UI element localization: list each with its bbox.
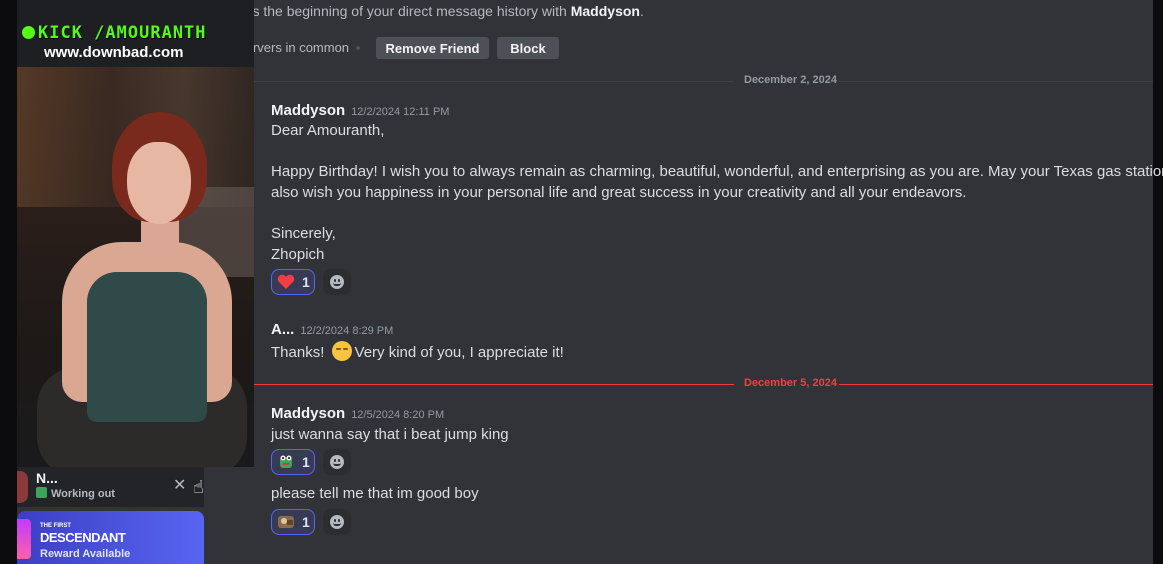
message-text-before: Thanks! (271, 344, 325, 361)
message-line: Happy Birthday! I wish you to always rem… (271, 163, 1163, 180)
smiley-icon (330, 275, 344, 289)
dm-user-status-text: Working out (51, 488, 115, 500)
block-button[interactable]: Block (497, 37, 559, 59)
hand-cursor-icon: ☝ (193, 477, 204, 497)
avatar (17, 471, 28, 503)
intro-name: Maddyson (570, 3, 640, 19)
new-messages-divider: December 5, 2024 (254, 377, 1153, 389)
divider-line (839, 384, 1153, 385)
separator-dot (356, 46, 360, 50)
promo-art (17, 519, 31, 559)
reaction-count: 1 (302, 514, 310, 530)
message-line: Zhopich (271, 246, 325, 263)
message-timestamp: 12/5/2024 8:20 PM (351, 409, 445, 421)
message-author[interactable]: Maddyson (271, 405, 345, 422)
divider-line (254, 384, 734, 385)
divider-line (839, 81, 1153, 82)
left-edge (0, 0, 17, 564)
reaction-frog[interactable]: 1 (271, 449, 315, 475)
frog-emoji-icon (276, 453, 296, 471)
message-timestamp: 12/2/2024 12:11 PM (351, 106, 450, 118)
message-text-after: Very kind of you, I appreciate it! (354, 344, 564, 361)
kick-channel-label: KICK /AMOURANTH (22, 23, 207, 43)
promo-subtitle: Reward Available (40, 548, 131, 560)
message-line: Thanks! Very kind of you, I appreciate i… (271, 341, 564, 361)
status-emoji-icon (36, 487, 47, 498)
relieved-face-icon (331, 341, 352, 361)
add-reaction-button[interactable] (323, 449, 351, 475)
remove-friend-button[interactable]: Remove Friend (376, 37, 489, 59)
webcam-person-top (87, 272, 207, 422)
divider-line (254, 81, 734, 82)
message-line: Dear Amouranth, (271, 122, 385, 139)
dm-user-status: Working out (36, 487, 115, 500)
custom-emoji-icon (276, 513, 296, 531)
message-timestamp: 12/2/2024 8:29 PM (300, 325, 394, 337)
kick-icon (22, 26, 35, 39)
webcam-overlay (17, 67, 254, 467)
webcam-person-face (127, 142, 191, 224)
dm-user-name: N... (36, 470, 58, 486)
new-divider-label: December 5, 2024 (744, 377, 837, 389)
message-header: Maddyson 12/2/2024 12:11 PM (271, 102, 449, 120)
message-line: please tell me that im good boy (271, 485, 479, 502)
message-header: A... 12/2/2024 8:29 PM (271, 321, 393, 339)
message-line: just wanna say that i beat jump king (271, 426, 509, 443)
dm-list-item[interactable]: N... Working out ✕ ☝ (17, 467, 204, 507)
reaction-count: 1 (302, 454, 310, 470)
promo-title: DESCENDANT (40, 530, 126, 545)
date-divider-label: December 2, 2024 (744, 74, 837, 86)
add-reaction-button[interactable] (323, 269, 351, 295)
site-url-label: www.downbad.com (44, 44, 184, 61)
add-reaction-button[interactable] (323, 509, 351, 535)
heart-emoji-icon (276, 273, 296, 291)
message-line: Sincerely, (271, 225, 336, 242)
dm-intro-text: This is the beginning of your direct mes… (219, 3, 644, 19)
right-edge (1153, 0, 1163, 564)
promo-card[interactable]: THE FIRST DESCENDANT Reward Available (17, 511, 204, 564)
smiley-icon (330, 455, 344, 469)
message-line: also wish you happiness in your personal… (271, 184, 967, 201)
date-divider: December 2, 2024 (254, 74, 1153, 86)
intro-prefix: This is the beginning of your direct mes… (219, 3, 571, 19)
reaction-heart[interactable]: 1 (271, 269, 315, 295)
smiley-icon (330, 515, 344, 529)
close-icon[interactable]: ✕ (173, 475, 186, 495)
message-header: Maddyson 12/5/2024 8:20 PM (271, 405, 444, 423)
reaction-custom[interactable]: 1 (271, 509, 315, 535)
intro-suffix: . (639, 3, 644, 19)
reaction-count: 1 (302, 274, 310, 290)
promo-small-text: THE FIRST (40, 523, 71, 529)
message-author[interactable]: A... (271, 321, 294, 338)
kick-channel-text: KICK /AMOURANTH (38, 23, 207, 43)
message-author[interactable]: Maddyson (271, 102, 345, 119)
